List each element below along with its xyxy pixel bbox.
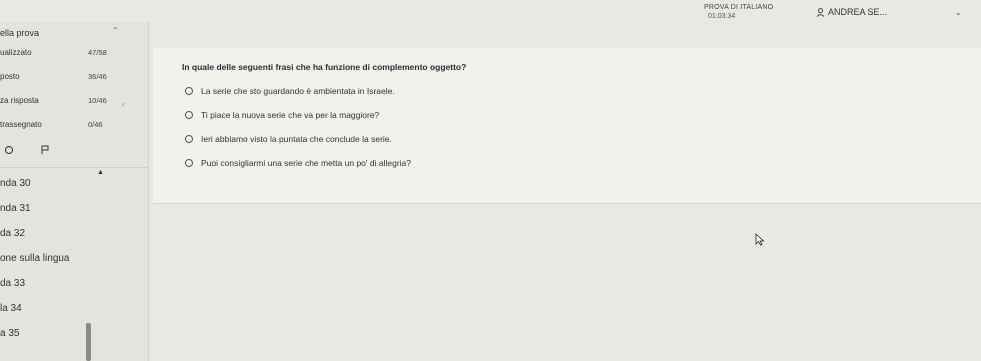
sidebar-item-label: da 33 [0,278,26,289]
option-label: Ti piace la nuova serie che va per la ma… [201,110,380,120]
user-icon [816,7,825,17]
radio-button[interactable] [185,159,193,167]
option-label: La serie che sto guardando è ambientata … [201,86,395,96]
sidebar-item[interactable]: la 34 [0,299,148,321]
sidebar-item[interactable]: one sulla lingua [0,249,148,271]
stat-label: za risposta [0,96,39,105]
stat-viewed: ualizzato 47/58 [0,48,140,62]
answer-option[interactable]: Ieri abbiamo visto la puntata che conclu… [185,132,392,146]
answer-option[interactable]: Puoi consigliarmi una serie che metta un… [185,156,411,170]
chevron-down-icon[interactable]: ⌄ [955,8,962,17]
stat-value: 47/58 [88,48,107,57]
stat-value: 10/46 [88,96,107,105]
exam-title: PROVA DI ITALIANO [704,4,774,11]
timer: 01:03:34 [708,13,736,20]
stat-value: 0/46 [88,120,103,129]
sidebar-item-label: nda 31 [0,203,31,214]
stat-label: ualizzato [0,48,32,57]
sidebar-item[interactable]: nda 30 [0,174,148,196]
sidebar-tools [4,142,64,156]
radio-button[interactable] [185,135,193,143]
sidebar-item[interactable]: a 35 [0,324,148,346]
answer-option[interactable]: Ti piace la nuova serie che va per la ma… [185,108,379,122]
sidebar-item-label: la 34 [0,303,22,314]
user-menu[interactable]: ANDREA SE... [816,7,887,17]
sidebar-item-label: nda 30 [0,178,31,189]
stat-answered: posto 36/46 [0,72,140,86]
option-label: Puoi consigliarmi una serie che metta un… [201,158,411,168]
radio-button[interactable] [185,111,193,119]
sidebar-item[interactable]: da 33 [0,274,148,296]
flag-icon[interactable] [40,142,50,160]
sidebar-title: ella prova [0,28,40,38]
sidebar: ella prova ⌃ ualizzato 47/58 posto 36/46… [0,22,149,361]
option-label: Ieri abbiamo visto la puntata che conclu… [201,134,392,144]
collapse-sidebar-icon[interactable]: ‹ [122,99,125,109]
sidebar-item[interactable]: nda 31 [0,199,148,221]
sidebar-item[interactable]: da 32 [0,224,148,246]
radio-button[interactable] [185,87,193,95]
divider [0,167,148,168]
mouse-cursor-icon [755,233,765,251]
sidebar-item-label: one sulla lingua [0,253,70,264]
user-name: ANDREA SE... [828,7,888,17]
sidebar-item-label: a 35 [0,328,20,339]
chevron-up-icon[interactable]: ⌃ [112,26,119,35]
scrollbar-thumb[interactable] [86,323,91,361]
stat-unanswered: za risposta 10/46 [0,96,140,110]
stat-flagged: trassegnato 0/46 [0,120,140,134]
answer-option[interactable]: La serie che sto guardando è ambientata … [185,84,395,98]
question-text: In quale delle seguenti frasi che ha fun… [182,62,467,72]
sidebar-item-label: da 32 [0,228,26,239]
stat-label: trassegnato [0,120,42,129]
sidebar-header[interactable]: ella prova ⌃ [0,26,140,42]
stat-value: 36/46 [88,72,107,81]
circle-icon[interactable] [4,142,14,160]
stat-label: posto [0,72,20,81]
